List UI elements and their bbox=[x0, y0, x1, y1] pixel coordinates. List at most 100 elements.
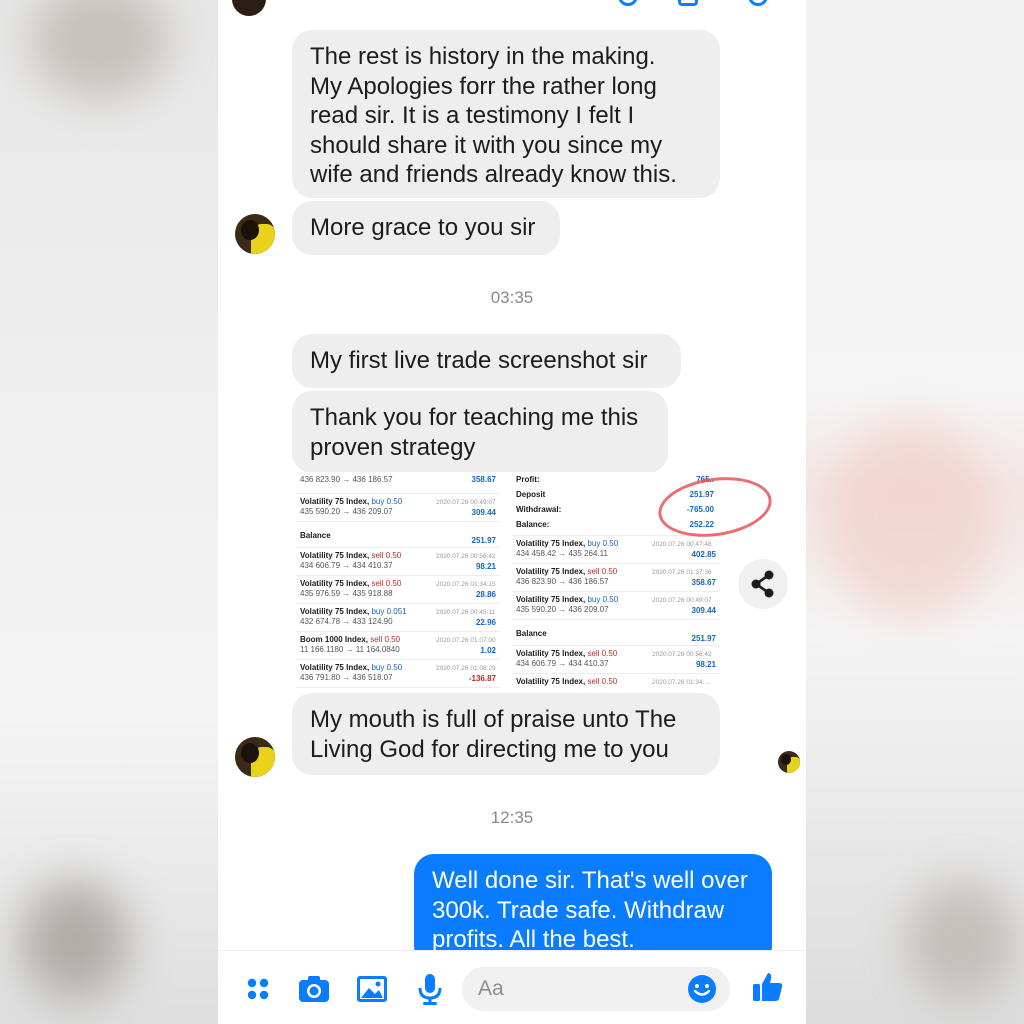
blurred-shape bbox=[30, 0, 170, 100]
right-blurred-background bbox=[806, 0, 1024, 1024]
message-input-placeholder: Aa bbox=[478, 977, 504, 1000]
message-bubble[interactable]: My first live trade screenshot sir bbox=[292, 334, 681, 388]
emoji-icon[interactable] bbox=[686, 973, 718, 1005]
summary-label: Balance: bbox=[516, 520, 550, 529]
call-icon[interactable] bbox=[618, 0, 638, 6]
trade-row: Boom 1000 Index, sell 0.50 2020.07.26 01… bbox=[296, 632, 500, 660]
grid-icon[interactable] bbox=[240, 971, 276, 1007]
trade-symbol: Volatility 75 Index, sell 0.50 bbox=[300, 551, 401, 561]
camera-icon[interactable] bbox=[296, 971, 332, 1007]
symbol-name: Volatility 75 Index, bbox=[516, 595, 586, 604]
trade-symbol: Volatility 75 Index, buy 0.50 bbox=[516, 595, 618, 605]
image-icon[interactable] bbox=[354, 971, 390, 1007]
trade-prices: 434 606.79 → 434 410.37 bbox=[300, 561, 393, 570]
trade-symbol: Volatility 75 Index, buy 0.051 bbox=[300, 607, 407, 617]
trade-amount: 98.21 bbox=[475, 562, 496, 571]
trade-datetime: 2020.07.26 00:45:11 bbox=[436, 609, 496, 616]
timestamp: 03:35 bbox=[490, 288, 534, 307]
symbol-name: Volatility 75 Index, bbox=[516, 677, 586, 686]
summary-label: Deposit bbox=[516, 490, 546, 499]
conversation-header bbox=[218, 0, 806, 16]
blurred-shape bbox=[20, 880, 130, 1000]
trade-side: buy 0.051 bbox=[371, 607, 407, 616]
trade-datetime: 2020.07.26 01:37:36 bbox=[652, 569, 712, 576]
messenger-screen: The rest is history in the making. My Ap… bbox=[218, 0, 806, 1024]
trade-side: sell 0.50 bbox=[587, 677, 618, 686]
trade-symbol: Boom 1000 Index, sell 0.50 bbox=[300, 635, 400, 645]
trade-prices: 436 823.90 → 436 186.57 bbox=[516, 577, 609, 586]
contact-avatar[interactable] bbox=[235, 214, 275, 254]
trade-side: sell 0.50 bbox=[370, 635, 401, 644]
trade-row: 436 823.90 → 436 186.57 358.67 bbox=[296, 472, 500, 494]
summary-label: Withdrawal: bbox=[516, 505, 562, 514]
trade-side: buy 0.50 bbox=[587, 539, 619, 548]
message-bubble[interactable]: My mouth is full of praise unto The Livi… bbox=[292, 693, 720, 775]
contact-avatar[interactable] bbox=[235, 737, 275, 777]
symbol-name: Volatility 75 Index, bbox=[516, 539, 586, 548]
trade-row: Volatility 75 Index, sell 0.50 2020.07.2… bbox=[512, 674, 720, 688]
trade-history-left-column: 436 823.90 → 436 186.57 358.67 Volatilit… bbox=[296, 472, 500, 688]
trade-amount: 358.67 bbox=[691, 578, 716, 587]
trade-row: Volatility 75 Index, buy 0.50 2020.07.26… bbox=[296, 494, 500, 522]
microphone-icon[interactable] bbox=[412, 971, 448, 1007]
symbol-name: Volatility 75 Index, bbox=[300, 551, 370, 560]
trade-symbol: Volatility 75 Index, sell 0.50 bbox=[516, 567, 617, 577]
trade-amount: -136.87 bbox=[468, 674, 496, 683]
share-button[interactable] bbox=[738, 559, 788, 609]
trade-amount: 1.02 bbox=[480, 646, 496, 655]
trade-prices: 434 606.79 → 434 410.37 bbox=[516, 659, 609, 668]
message-bubble[interactable]: More grace to you sir bbox=[292, 201, 560, 255]
trade-amount: 358.67 bbox=[471, 475, 496, 484]
trade-prices: 432 674.78 → 433 124.90 bbox=[300, 617, 393, 626]
trade-side: buy 0.50 bbox=[371, 663, 403, 672]
trade-datetime: 2020.07.26 00:56:42 bbox=[436, 553, 496, 560]
trade-datetime: 2020.07.26 00:47:48 bbox=[652, 541, 712, 548]
timestamp: 12:35 bbox=[490, 808, 534, 827]
video-icon[interactable] bbox=[678, 0, 698, 6]
balance-label: Balance bbox=[516, 629, 547, 638]
message-input[interactable]: Aa bbox=[462, 967, 730, 1011]
symbol-name: Boom 1000 Index, bbox=[300, 635, 369, 644]
trade-datetime: 2020.07.26 01:07:00 bbox=[436, 637, 496, 644]
trade-row: Volatility 75 Index, buy 0.50 2020.07.26… bbox=[296, 660, 500, 688]
symbol-name: Volatility 75 Index, bbox=[300, 663, 370, 672]
trade-row: Volatility 75 Index, sell 0.50 2020.07.2… bbox=[296, 576, 500, 604]
trade-symbol: Volatility 75 Index, buy 0.50 bbox=[300, 497, 402, 507]
trade-row: Volatility 75 Index, sell 0.50 2020.07.2… bbox=[296, 548, 500, 576]
blurred-shape bbox=[906, 880, 1016, 1000]
trade-symbol: Volatility 75 Index, buy 0.50 bbox=[516, 539, 618, 549]
symbol-name: Volatility 75 Index, bbox=[516, 649, 586, 658]
trade-symbol: Volatility 75 Index, sell 0.50 bbox=[516, 649, 617, 659]
trade-datetime: 2020.07.26 01:34:15 bbox=[436, 581, 496, 588]
trade-amount: 309.44 bbox=[691, 606, 716, 615]
trade-side: sell 0.50 bbox=[371, 551, 402, 560]
symbol-name: Volatility 75 Index, bbox=[300, 497, 370, 506]
left-blurred-background bbox=[0, 0, 218, 1024]
blurred-shape bbox=[826, 420, 996, 620]
trade-row: Volatility 75 Index, buy 0.50 2020.07.26… bbox=[512, 536, 720, 564]
trade-side: buy 0.50 bbox=[587, 595, 619, 604]
trade-row: Volatility 75 Index, buy 0.50 2020.07.26… bbox=[512, 592, 720, 620]
thumbs-up-icon[interactable] bbox=[750, 969, 786, 1005]
trade-side: buy 0.50 bbox=[371, 497, 403, 506]
info-icon[interactable] bbox=[748, 0, 768, 6]
share-icon bbox=[751, 570, 774, 598]
message-bubble[interactable]: Thank you for teaching me this proven st… bbox=[292, 391, 668, 473]
trade-amount: 402.85 bbox=[691, 550, 716, 559]
balance-label: Balance bbox=[300, 531, 331, 540]
balance-amount: 251.97 bbox=[691, 634, 716, 643]
avatar[interactable] bbox=[232, 0, 266, 16]
seen-receipt-avatar bbox=[778, 751, 800, 773]
trade-amount: 98.21 bbox=[695, 660, 716, 669]
trade-side: sell 0.50 bbox=[587, 567, 618, 576]
summary-label: Profit: bbox=[516, 475, 540, 484]
message-bubble[interactable]: The rest is history in the making. My Ap… bbox=[292, 30, 720, 198]
trade-datetime: 2020.07.26 01:08:29 bbox=[436, 665, 496, 672]
trade-screenshot-image[interactable]: 436 823.90 → 436 186.57 358.67 Volatilit… bbox=[296, 472, 722, 690]
balance-amount: 251.97 bbox=[471, 536, 496, 545]
trade-side: sell 0.50 bbox=[371, 579, 402, 588]
balance-row: Balance 251.97 bbox=[512, 620, 720, 646]
trade-row: Volatility 75 Index, buy 0.051 2020.07.2… bbox=[296, 604, 500, 632]
trade-datetime: 2020.07.26 00:49:07 bbox=[436, 499, 496, 506]
trade-amount: 22.96 bbox=[475, 618, 496, 627]
